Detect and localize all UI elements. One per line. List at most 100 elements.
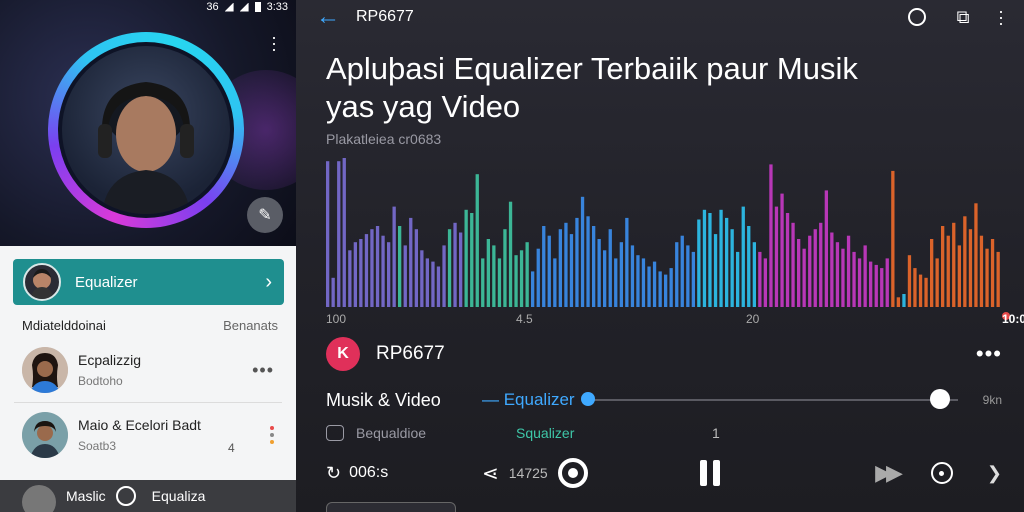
visualizer-bar xyxy=(686,245,690,307)
visualizer-bar xyxy=(364,234,369,307)
status-bar: 36 3:33 xyxy=(206,0,288,14)
visualizer-bar xyxy=(691,251,695,307)
visualizer-bar xyxy=(486,239,490,307)
visualizer-bar xyxy=(326,161,330,307)
visualizer-bar xyxy=(636,255,640,307)
visualizer-bar xyxy=(669,268,673,307)
visualizer-bar xyxy=(852,251,856,307)
visualizer-bar xyxy=(968,229,973,307)
visualizer-bar xyxy=(447,229,452,307)
visualizer-bar xyxy=(802,248,806,307)
visualizer-bar xyxy=(846,235,851,307)
edit-avatar-button[interactable]: ✎ xyxy=(247,197,283,233)
visualizer-bar xyxy=(957,245,961,307)
slider-label: Musik & Video xyxy=(326,389,441,410)
battery-icon xyxy=(254,2,261,12)
visualizer-bar xyxy=(824,190,828,307)
visualizer-bar xyxy=(508,201,513,307)
visualizer-bar xyxy=(353,242,357,307)
bottom-pill-button[interactable] xyxy=(326,502,456,512)
left-panel: 36 3:33 · · · ✎ Equalizer › Mdiatelddoin… xyxy=(0,0,296,512)
more-horizontal-icon[interactable]: ••• xyxy=(252,360,274,381)
visualizer-bar xyxy=(558,229,562,307)
visualizer-bar xyxy=(896,297,900,307)
visualizer-bar xyxy=(475,174,479,307)
slider-knob-start[interactable] xyxy=(581,392,595,406)
search-icon[interactable] xyxy=(906,6,928,28)
track-name: RP6677 xyxy=(376,343,445,364)
visualizer-bar xyxy=(941,226,945,307)
visualizer-bar xyxy=(918,274,923,307)
visualizer-bar xyxy=(492,245,496,307)
visualizer-bar xyxy=(453,222,457,307)
visualizer-bar xyxy=(819,222,823,307)
more-horizontal-icon[interactable]: ••• xyxy=(976,341,1002,367)
visualizer-bar xyxy=(420,250,424,307)
visualizer-bar xyxy=(774,206,779,307)
meta-value: 1 xyxy=(712,425,720,441)
pause-button[interactable] xyxy=(699,460,720,486)
visualizer-bar xyxy=(952,222,956,307)
mini-player-title: Maslic xyxy=(66,488,106,504)
meta-mode[interactable]: Squalizer xyxy=(516,425,712,441)
profile-avatar xyxy=(62,46,230,214)
visualizer-bar xyxy=(880,268,884,307)
hero-more-icon[interactable]: · · · xyxy=(268,28,280,58)
bottom-mini-player[interactable]: Maslic Equaliza xyxy=(0,480,296,512)
profile-hero: 36 3:33 · · · ✎ xyxy=(0,0,296,246)
visualizer-bar xyxy=(741,206,745,307)
visualizer-bar xyxy=(425,258,429,307)
visualizer-bar xyxy=(675,242,679,307)
visualizer-bar xyxy=(614,258,618,307)
visualizer-bar xyxy=(414,229,418,307)
visualizer-bar xyxy=(708,213,712,307)
visualizer-bar xyxy=(564,222,568,307)
visualizer-bar xyxy=(497,258,502,307)
more-vertical-icon[interactable]: · · · xyxy=(998,2,1004,32)
visualizer-bar xyxy=(470,213,474,307)
visualizer-bar xyxy=(547,235,551,307)
list-item[interactable]: Ecpalizzig Bodtoho ••• xyxy=(0,338,296,402)
visualizer-bar xyxy=(891,170,895,307)
back-arrow-icon[interactable]: ← xyxy=(316,3,340,31)
visualizer-bar xyxy=(985,248,989,307)
slider-knob-end[interactable] xyxy=(929,389,950,409)
visualizer-bar xyxy=(869,261,873,307)
slider-equalizer-label[interactable]: — Equalizer xyxy=(482,390,588,410)
share-icon[interactable]: ⋖ xyxy=(482,461,499,486)
section-right-label[interactable]: Benanats xyxy=(223,318,278,333)
equalizer-card-label: Equalizer xyxy=(75,273,138,291)
status-left-text: 36 xyxy=(206,1,219,13)
visualizer-bar xyxy=(769,164,773,307)
meta-preset[interactable]: Bequaldioe xyxy=(356,425,516,441)
list-item[interactable]: Maio & Ecelori Badt Soatb3 4 xyxy=(14,402,282,466)
equalizer-slider[interactable] xyxy=(581,389,958,409)
record-button[interactable] xyxy=(557,458,588,488)
visualizer-bar xyxy=(730,229,734,307)
timer[interactable]: ↻ 006:s xyxy=(326,463,482,484)
visualizer-bar xyxy=(935,258,939,307)
track-row[interactable]: K RP6677 ••• xyxy=(326,336,1002,372)
visualizer-bar xyxy=(553,258,557,307)
list-item-avatar xyxy=(22,411,68,458)
visualizer-bar xyxy=(331,277,335,307)
list-item-side xyxy=(270,425,274,444)
visualizer-bar xyxy=(398,226,402,307)
media-list: Ecpalizzig Bodtoho ••• Maio & Ecelori Ba… xyxy=(0,338,296,466)
player-controls: ↻ 006:s ⋖ 14725 ▶▶ ❯ xyxy=(326,454,1002,492)
list-item-avatar xyxy=(22,347,68,393)
visualizer-bar xyxy=(780,193,784,307)
equalizer-card[interactable]: Equalizer › xyxy=(13,259,284,305)
next-icon[interactable]: ❯ xyxy=(987,463,1002,484)
visualizer-bar xyxy=(713,234,718,307)
stop-circle-icon[interactable] xyxy=(930,462,953,484)
visualizer-bar xyxy=(841,248,845,307)
fast-forward-icon[interactable]: ▶▶ xyxy=(875,460,903,486)
axis-label-3: 20 xyxy=(746,312,760,326)
record-icon[interactable] xyxy=(115,486,136,506)
visualizer-bar xyxy=(719,209,723,307)
visualizer-bar xyxy=(586,216,590,307)
share-box-icon[interactable]: ⧉ xyxy=(952,6,974,28)
visualizer-bar xyxy=(924,277,928,307)
visualizer-bar xyxy=(525,242,529,307)
